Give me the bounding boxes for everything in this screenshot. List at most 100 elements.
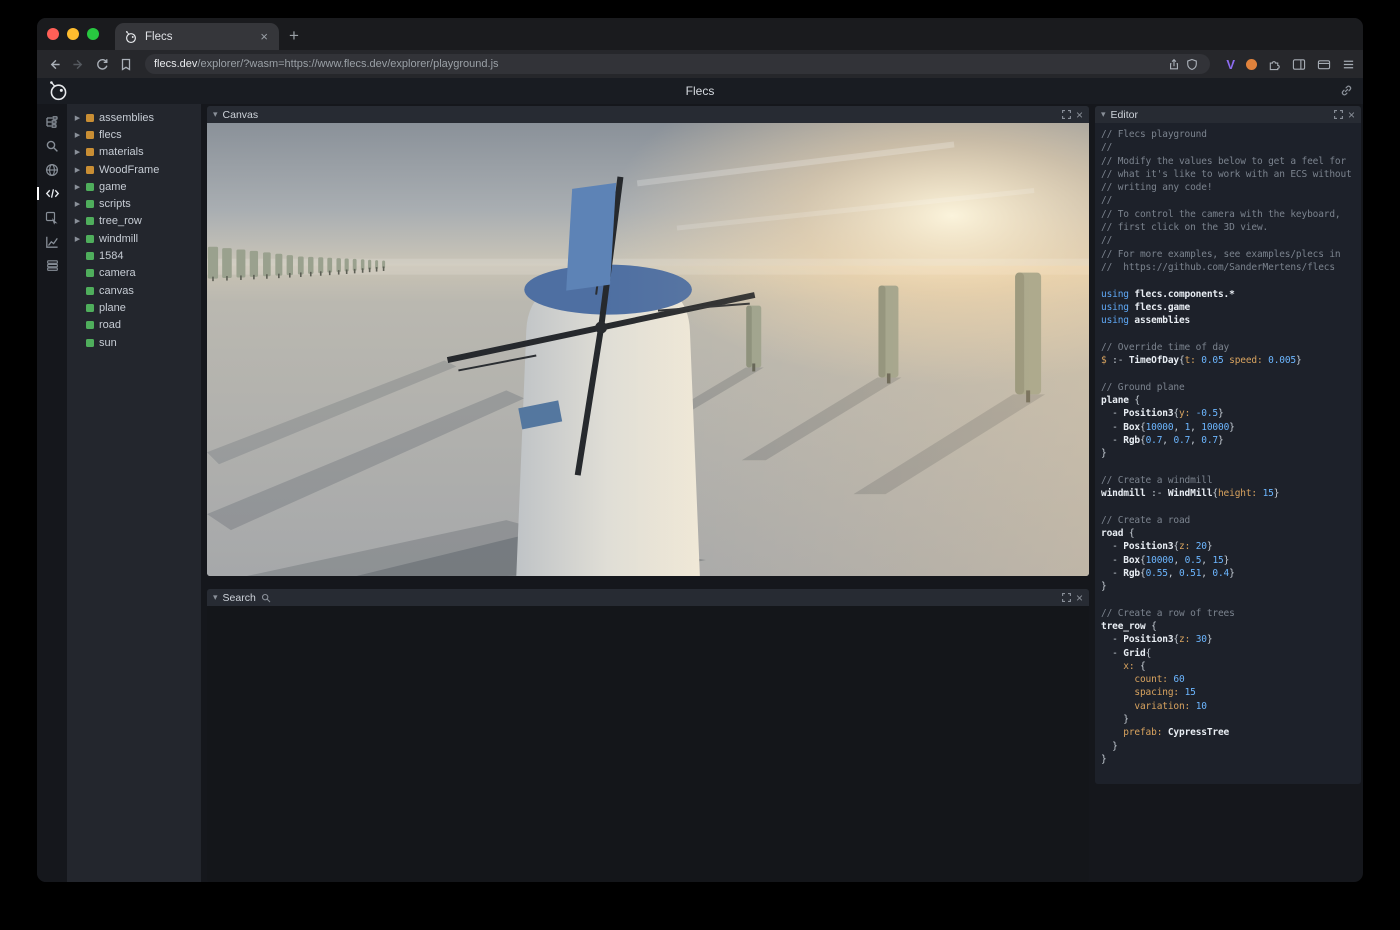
share-icon[interactable] [1165,56,1183,72]
tree-item-1584[interactable]: ▶1584 [67,247,201,264]
entity-label: canvas [99,285,134,297]
entity-label: windmill [99,233,138,245]
tree-item-windmill[interactable]: ▶ windmill [67,230,201,247]
tree-item-camera[interactable]: ▶camera [67,265,201,282]
fullscreen-icon[interactable] [1334,110,1343,119]
bookmark-panel-icon[interactable] [117,56,135,72]
fullscreen-icon[interactable] [1062,110,1071,119]
new-tab-button[interactable]: + [289,27,299,44]
editor-panel-header[interactable]: ▾ Editor × [1095,106,1361,123]
code-line: // writing any code! [1101,181,1355,194]
code-icon[interactable] [41,185,63,202]
shield-icon[interactable] [1183,56,1201,72]
forward-button[interactable] [69,56,87,72]
code-line [1101,367,1355,380]
zoom-window-button[interactable] [87,28,99,40]
entity-label: 1584 [99,250,123,262]
extensions-puzzle-icon[interactable] [1268,58,1281,71]
search-icon[interactable] [41,137,63,154]
editor-panel-title: Editor [1111,109,1138,121]
code-line: - Position3{z: 20} [1101,540,1355,553]
tree-item-road[interactable]: ▶road [67,317,201,334]
url-bar[interactable]: flecs.dev/explorer/?wasm=https://www.fle… [145,54,1210,74]
expand-chevron-icon[interactable]: ▶ [74,235,81,243]
canvas-3d-view[interactable] [207,123,1089,576]
code-line: // To control the camera with the keyboa… [1101,208,1355,221]
reload-button[interactable] [93,56,111,72]
module-icon [86,166,94,174]
code-line: using assemblies [1101,314,1355,327]
chevron-down-icon[interactable]: ▾ [213,110,218,119]
browser-tab[interactable]: Flecs × [115,23,279,50]
code-line: $ :- TimeOfDay{t: 0.05 speed: 0.005} [1101,354,1355,367]
entity-label: game [99,181,127,193]
search-panel-header[interactable]: ▾ Search × [207,589,1089,606]
inspect-icon[interactable] [41,209,63,226]
tab-close-icon[interactable]: × [258,30,270,43]
code-line: - Box{10000, 0.5, 15} [1101,554,1355,567]
outliner-icon[interactable] [41,113,63,130]
expand-chevron-icon[interactable]: ▶ [74,217,81,225]
code-line: tree_row { [1101,620,1355,633]
code-line: // [1101,234,1355,247]
code-line: // Create a row of trees [1101,607,1355,620]
tree-item-game[interactable]: ▶ game [67,178,201,195]
module-icon [86,148,94,156]
canvas-panel-header[interactable]: ▾ Canvas × [207,106,1089,123]
code-line: } [1101,447,1355,460]
v-extension-icon[interactable]: V [1226,57,1235,72]
tree-item-plane[interactable]: ▶plane [67,299,201,316]
search-panel: ▾ Search × [207,589,1089,882]
tab-title: Flecs [145,31,251,43]
browser-window: Flecs × + flecs.dev/explorer/?wasm=https… [37,18,1363,882]
code-line: // Flecs playground [1101,128,1355,141]
canvas-panel-title: Canvas [223,109,259,121]
wallet-icon[interactable] [1317,58,1331,71]
side-panel-icon[interactable] [1292,58,1306,71]
tree-item-WoodFrame[interactable]: ▶WoodFrame [67,161,201,178]
log-icon[interactable] [41,257,63,274]
entity-icon [86,200,94,208]
menu-icon[interactable] [1342,58,1355,71]
world-icon[interactable] [41,161,63,178]
expand-chevron-icon[interactable]: ▶ [74,114,81,122]
expand-chevron-icon[interactable]: ▶ [74,166,81,174]
entity-label: materials [99,146,144,158]
code-line: // Create a windmill [1101,474,1355,487]
close-icon[interactable]: × [1348,109,1355,121]
expand-chevron-icon[interactable]: ▶ [74,183,81,191]
close-window-button[interactable] [47,28,59,40]
back-button[interactable] [45,56,63,72]
minimize-window-button[interactable] [67,28,79,40]
code-line: using flecs.game [1101,301,1355,314]
icon-rail [37,104,67,882]
stats-icon[interactable] [41,233,63,250]
tree-item-canvas[interactable]: ▶canvas [67,282,201,299]
code-line: - Position3{y: -0.5} [1101,407,1355,420]
module-icon [86,114,94,122]
entity-icon [86,269,94,277]
tree-item-materials[interactable]: ▶ materials [67,144,201,161]
tree-item-flecs[interactable]: ▶flecs [67,126,201,143]
chevron-down-icon[interactable]: ▾ [1101,110,1106,119]
entity-label: sun [99,337,117,349]
orange-extension-icon[interactable] [1246,59,1257,70]
tree-item-tree_row[interactable]: ▶tree_row [67,213,201,230]
editor-code[interactable]: // Flecs playground // // Modify the value… [1095,123,1361,784]
tree-item-scripts[interactable]: ▶ scripts [67,195,201,212]
fullscreen-icon[interactable] [1062,593,1071,602]
tree-item-sun[interactable]: ▶sun [67,334,201,351]
code-line: // Modify the values below to get a feel… [1101,155,1355,168]
chevron-down-icon[interactable]: ▾ [213,593,218,602]
entity-label: camera [99,267,136,279]
share-link-icon[interactable] [1340,84,1353,102]
entity-label: scripts [99,198,131,210]
close-icon[interactable]: × [1076,109,1083,121]
expand-chevron-icon[interactable]: ▶ [74,131,81,139]
expand-chevron-icon[interactable]: ▶ [74,148,81,156]
tree-item-assemblies[interactable]: ▶assemblies [67,109,201,126]
3d-scene [207,123,1089,576]
close-icon[interactable]: × [1076,592,1083,604]
expand-chevron-icon[interactable]: ▶ [74,200,81,208]
canvas-panel: ▾ Canvas × [207,106,1089,576]
